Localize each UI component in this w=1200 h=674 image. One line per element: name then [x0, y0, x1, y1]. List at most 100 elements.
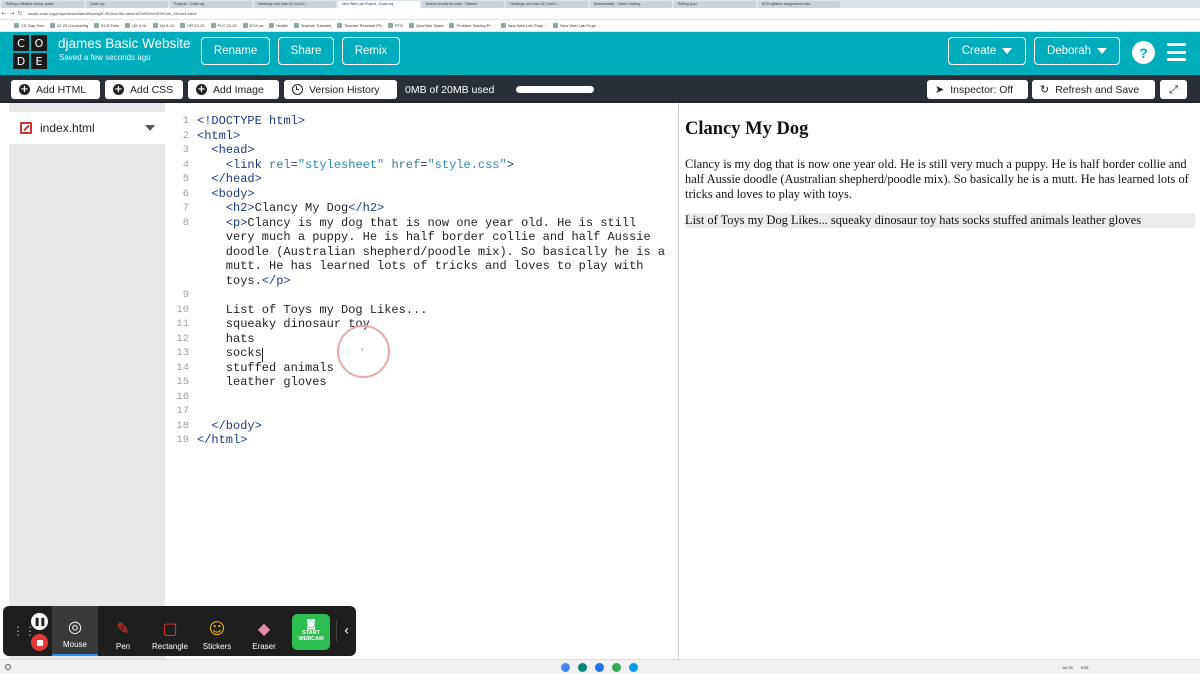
refresh-icon: ↻ — [1040, 83, 1050, 96]
add-html-button[interactable]: + Add HTML — [11, 80, 100, 99]
code-line[interactable]: very much a puppy. He is half border col… — [165, 230, 678, 245]
forward-icon[interactable]: → — [8, 10, 16, 17]
browser-tab[interactable]: Headings and Lists #2 | Unit 2… — [254, 1, 336, 8]
os-shelf: Jul 26 9:05 — [0, 659, 1200, 674]
browser-tab[interactable]: Headings and Lists #2 | Unit 2… — [506, 1, 588, 8]
launcher-icon[interactable] — [5, 664, 11, 670]
chevron-left-icon[interactable]: ‹ — [336, 620, 356, 642]
create-dropdown[interactable]: Create — [948, 37, 1026, 65]
browser-tab[interactable]: New Web Lab Project - Code.org — [338, 1, 420, 8]
user-dropdown[interactable]: Deborah — [1034, 37, 1120, 65]
browser-tab[interactable]: Editing Quiz — [674, 1, 756, 8]
bookmark-icon — [14, 23, 19, 28]
pencil-file-icon — [20, 122, 32, 134]
code-line[interactable]: toys.</p> — [165, 274, 678, 289]
version-history-button[interactable]: Version History — [284, 80, 397, 99]
bookmark-item[interactable]: QuizSets Tasks — [408, 23, 444, 28]
bookmark-item[interactable]: OR 22-23 — [180, 23, 205, 28]
rename-button[interactable]: Rename — [201, 37, 270, 65]
mouse-tool[interactable]: ◎ Mouse — [52, 606, 98, 656]
code-line[interactable]: 6 <body> — [165, 187, 678, 202]
bookmark-item[interactable]: PTO — [387, 23, 403, 28]
browser-tab[interactable]: Screencastify - Video Hosting… — [590, 1, 672, 8]
bookmark-item[interactable]: PLC 22-23 — [210, 23, 237, 28]
file-tab-index-html[interactable]: index.html — [9, 112, 165, 144]
add-image-button[interactable]: + Add Image — [188, 80, 279, 99]
browser-tab[interactable]: Search results for code - Flatiron — [422, 1, 504, 8]
pen-tool[interactable]: ✎ Pen — [100, 606, 146, 656]
back-icon[interactable]: ← — [0, 10, 8, 17]
code-line[interactable]: 11 squeaky dinosaur toy — [165, 317, 678, 332]
browser-tab[interactable]: Code.org — [86, 1, 168, 8]
bookmark-item[interactable]: ECS Folio — [94, 23, 119, 28]
plus-circle-icon: + — [19, 84, 30, 95]
chrome-app-icon[interactable] — [561, 663, 570, 672]
app-icon[interactable] — [629, 663, 638, 672]
url-text[interactable]: studio.code.org/projects/weblab/zf6cwnq2… — [28, 11, 197, 16]
code-line[interactable]: 1 <!DOCTYPE html> — [165, 114, 678, 129]
code-line[interactable]: 4 <link rel="stylesheet" href="style.css… — [165, 158, 678, 173]
app-icon[interactable] — [578, 663, 587, 672]
code-line[interactable]: 8 <p>Clancy is my dog that is now one ye… — [165, 216, 678, 231]
bookmark-item[interactable]: Q4 6-10 — [152, 23, 174, 28]
code-line[interactable]: 7 <h2>Clancy My Dog</h2> — [165, 201, 678, 216]
bookmark-item[interactable]: Teacher Tutorials — [293, 23, 331, 28]
bookmark-icon — [125, 23, 131, 28]
bookmark-item[interactable]: 22-23 Counseling — [49, 23, 88, 28]
hamburger-menu-icon[interactable] — [1167, 43, 1186, 61]
code-line[interactable]: doodle (Australian shepherd/poodle mix).… — [165, 245, 678, 260]
share-button[interactable]: Share — [278, 37, 334, 65]
reload-icon[interactable]: ↻ — [16, 10, 24, 17]
code-line[interactable]: 9 — [165, 288, 678, 303]
stop-icon[interactable] — [31, 634, 48, 651]
code-line[interactable]: 19 </html> — [165, 433, 678, 448]
help-icon[interactable]: ? — [1132, 41, 1155, 64]
browser-address-bar[interactable]: ← → ↻ studio.code.org/projects/weblab/zf… — [0, 8, 1200, 20]
pause-icon[interactable]: ❚❚ — [31, 613, 48, 630]
code-line[interactable]: 12 hats — [165, 332, 678, 347]
app-icon[interactable] — [612, 663, 621, 672]
bookmark-item[interactable]: New Web Lab Proje… — [553, 23, 600, 28]
fullscreen-button[interactable]: ⤢ — [1160, 80, 1187, 99]
code-line[interactable]: 18 </body> — [165, 419, 678, 434]
remix-button[interactable]: Remix — [342, 37, 400, 65]
bookmark-item[interactable]: ECS.ca — [242, 23, 263, 28]
code-line[interactable]: 14 stuffed animals — [165, 361, 678, 376]
inspector-toggle-button[interactable]: ➤ Inspector: Off — [927, 80, 1028, 99]
code-text: <h2>Clancy My Dog</h2> — [225, 201, 385, 215]
code-line[interactable]: 17 — [165, 404, 678, 419]
code-line[interactable]: 2 <html> — [165, 129, 678, 144]
code-line[interactable]: 15 leather gloves — [165, 375, 678, 390]
bookmark-item[interactable]: Health — [269, 23, 288, 28]
time-text: 9:05 — [1080, 665, 1089, 670]
system-tray[interactable]: Jul 26 9:05 — [1062, 662, 1196, 673]
bookmark-item[interactable]: Qtr 4 Gr — [125, 23, 147, 28]
refresh-and-save-button[interactable]: ↻ Refresh and Save — [1032, 80, 1155, 99]
file-menu-caret-icon[interactable] — [145, 125, 155, 131]
stickers-tool[interactable]: ☺ Stickers — [194, 606, 240, 656]
code-line[interactable]: 5 </head> — [165, 172, 678, 187]
browser-tab[interactable]: Projects - Code.org — [170, 1, 252, 8]
bookmark-item[interactable]: CS Gap Gen — [14, 23, 44, 28]
bookmark-item[interactable]: Problem Solving Pr… — [449, 23, 495, 28]
code-line[interactable]: 16 — [165, 390, 678, 405]
bookmark-label: QuizSets Tasks — [415, 23, 444, 28]
click-highlight-ring — [337, 325, 390, 378]
line-number: 12 — [176, 332, 189, 345]
browser-tab[interactable]: Editing a Multiple choice quest… — [2, 1, 84, 8]
code-line[interactable]: 10 List of Toys my Dog Likes... — [165, 303, 678, 318]
code-line[interactable]: 13 socks — [165, 346, 678, 361]
browser-tab[interactable]: ECS syllabus assignment tools… — [758, 1, 840, 8]
code-line[interactable]: mutt. He has learned lots of tricks and … — [165, 259, 678, 274]
add-css-button[interactable]: + Add CSS — [105, 80, 183, 99]
start-webcam-button[interactable]: ◙ START WEBCAM — [292, 614, 330, 650]
bookmark-label: New Web Lab Proje… — [560, 23, 600, 28]
eraser-tool[interactable]: ◆ Eraser — [241, 606, 287, 656]
app-icon[interactable] — [595, 663, 604, 672]
code-editor[interactable]: 1 <!DOCTYPE html> 2 <html> 3 <head> 4 <link r… — [165, 103, 678, 674]
code-org-logo[interactable]: C O D E — [13, 35, 47, 69]
bookmark-item[interactable]: New Web Lab Proje… — [500, 23, 547, 28]
bookmark-item[interactable]: Teacher Renewal PD — [337, 23, 382, 28]
code-line[interactable]: 3 <head> — [165, 143, 678, 158]
rectangle-tool[interactable]: ▢ Rectangle — [147, 606, 193, 656]
